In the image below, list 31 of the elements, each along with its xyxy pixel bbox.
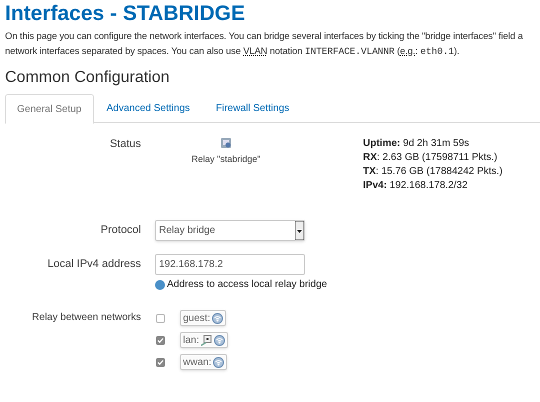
status-line: Uptime: 9d 2h 31m 59s (363, 137, 470, 151)
description-text: On this page you can configure the network interfaces. You can bridge several interfaces by ticking the "bridge interfaces" field a network interfaces separated by spaces. You can also use VLAN notation INTERFACE.VLANNR (e.g.: eth0.1). (5, 29, 524, 59)
wireless-icon (212, 312, 224, 324)
ethernet-port-icon (201, 334, 212, 346)
field-label: Relay between networks (32, 311, 141, 325)
network-name: guest: (183, 312, 210, 326)
field-label: Local IPv4 address (47, 257, 141, 272)
status-line: RX: 2.63 GB (17598711 Pkts.) (363, 151, 498, 165)
tab[interactable]: General Setup (5, 94, 94, 124)
field-label: Status (110, 137, 141, 152)
checkbox[interactable] (156, 336, 165, 344)
page-title: Interfaces - STABRIDGE (5, 1, 246, 27)
ipv4-input-field[interactable]: 192.168.178.2 (155, 254, 305, 275)
network-name: wwan: (183, 356, 212, 370)
device-name: Relay "stabridge" (192, 153, 260, 166)
help-icon (155, 280, 165, 290)
wireless-icon (213, 356, 224, 368)
protocol-dropdown[interactable]: Relay bridge (155, 220, 305, 241)
tab[interactable]: Firewall Settings (202, 94, 302, 123)
hint-text: Address to access local relay bridge (167, 278, 328, 292)
network-device-icon (220, 137, 232, 149)
checkbox[interactable] (156, 314, 165, 322)
dropdown-arrow-icon (295, 221, 304, 240)
network-name: lan: (183, 334, 200, 348)
section-title: Common Configuration (5, 68, 171, 88)
field-label: Protocol (100, 223, 141, 238)
wireless-icon (214, 334, 226, 346)
status-line: IPv4: 192.168.178.2/32 (363, 179, 469, 193)
checkbox[interactable] (156, 358, 165, 366)
status-line: TX: 15.76 GB (17884242 Pkts.) (363, 165, 503, 179)
tab[interactable]: Advanced Settings (94, 94, 203, 123)
